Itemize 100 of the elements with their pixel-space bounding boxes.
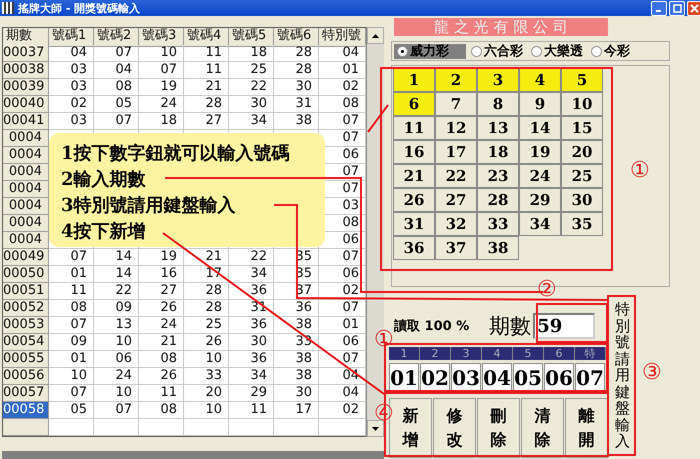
column-header[interactable]: 特別號	[319, 28, 366, 47]
table-cell: 10	[139, 45, 184, 62]
column-header[interactable]: 號碼3	[139, 28, 184, 47]
number-button[interactable]: 8	[477, 92, 519, 116]
period-cell[interactable]: 0004	[3, 181, 49, 198]
number-button[interactable]: 16	[393, 140, 435, 164]
number-button[interactable]: 38	[477, 236, 519, 260]
lottery-type-radio[interactable]: 大樂透	[528, 44, 586, 58]
period-cell[interactable]: 00058	[3, 402, 49, 419]
period-cell[interactable]: 00054	[3, 334, 49, 351]
instruction-text: 2輸入期數	[61, 168, 146, 192]
lottery-type-radio[interactable]: 今彩	[588, 44, 633, 58]
column-header[interactable]: 號碼5	[229, 28, 274, 47]
number-button[interactable]: 1	[393, 68, 435, 92]
table-cell: 21	[139, 334, 184, 351]
period-cell[interactable]: 00038	[3, 62, 49, 79]
period-cell[interactable]: 00050	[3, 266, 49, 283]
number-button[interactable]: 6	[393, 92, 435, 116]
instruction-text: 3特別號請用鍵盤輸入	[61, 194, 236, 218]
table-cell: 30	[229, 96, 274, 113]
number-button[interactable]: 26	[393, 188, 435, 212]
table-cell: 13	[94, 317, 139, 334]
table-cell: 28	[274, 62, 319, 79]
number-button[interactable]: 9	[519, 92, 561, 116]
table-cell: 34	[229, 368, 274, 385]
period-cell[interactable]: 00037	[3, 45, 49, 62]
action-button[interactable]: 離開	[565, 398, 608, 458]
ball-header: 5	[513, 347, 544, 360]
number-button[interactable]: 30	[561, 188, 603, 212]
period-cell[interactable]: 00056	[3, 368, 49, 385]
number-button[interactable]: 27	[435, 188, 477, 212]
number-button[interactable]: 12	[435, 116, 477, 140]
number-button[interactable]: 5	[561, 68, 603, 92]
ball-number: 02	[420, 363, 450, 393]
lottery-type-radio[interactable]: 六合彩	[468, 44, 526, 58]
number-button[interactable]: 37	[435, 236, 477, 260]
number-button[interactable]: 4	[519, 68, 561, 92]
number-button[interactable]: 14	[519, 116, 561, 140]
period-cell[interactable]: 00055	[3, 351, 49, 368]
lottery-type-radio[interactable]: 威力彩	[394, 44, 466, 58]
table-cell: 21	[184, 249, 229, 266]
empty-cell	[94, 419, 139, 436]
table-cell: 36	[274, 300, 319, 317]
period-cell[interactable]: 00052	[3, 300, 49, 317]
number-button[interactable]: 24	[519, 164, 561, 188]
number-button[interactable]: 22	[435, 164, 477, 188]
number-button[interactable]: 19	[519, 140, 561, 164]
column-header[interactable]: 號碼6	[274, 28, 319, 47]
column-header[interactable]: 期數	[3, 28, 49, 47]
table-cell: 07	[139, 62, 184, 79]
period-field[interactable]: 59	[533, 313, 596, 339]
number-button[interactable]: 18	[477, 140, 519, 164]
period-cell[interactable]: 00040	[3, 96, 49, 113]
action-button[interactable]: 修改	[433, 398, 476, 458]
table-cell: 08	[139, 402, 184, 419]
number-button[interactable]: 15	[561, 116, 603, 140]
number-button[interactable]: 23	[477, 164, 519, 188]
period-cell[interactable]: 0004	[3, 215, 49, 232]
period-cell[interactable]: 00057	[3, 385, 49, 402]
number-button[interactable]: 35	[561, 212, 603, 236]
period-cell[interactable]: 0004	[3, 147, 49, 164]
number-button[interactable]: 34	[519, 212, 561, 236]
period-cell[interactable]: 0004	[3, 232, 49, 249]
close-icon[interactable]	[687, 0, 700, 16]
number-button[interactable]: 7	[435, 92, 477, 116]
circled-number: ②	[537, 279, 557, 301]
period-cell[interactable]: 0004	[3, 198, 49, 215]
table-cell: 05	[94, 96, 139, 113]
action-button[interactable]: 刪除	[477, 398, 520, 458]
column-header[interactable]: 號碼1	[49, 28, 94, 47]
number-button[interactable]: 10	[561, 92, 603, 116]
number-button[interactable]: 36	[393, 236, 435, 260]
action-button[interactable]: 清除	[521, 398, 564, 458]
number-button[interactable]: 31	[393, 212, 435, 236]
maximize-icon[interactable]	[669, 0, 685, 16]
column-header[interactable]: 號碼4	[184, 28, 229, 47]
table-cell: 07	[94, 113, 139, 130]
number-button[interactable]: 17	[435, 140, 477, 164]
number-button[interactable]: 13	[477, 116, 519, 140]
number-button[interactable]: 21	[393, 164, 435, 188]
number-button[interactable]: 25	[561, 164, 603, 188]
minimize-icon[interactable]	[651, 0, 667, 16]
number-button[interactable]: 32	[435, 212, 477, 236]
scroll-down-button[interactable]	[367, 420, 384, 437]
period-cell[interactable]: 00051	[3, 283, 49, 300]
number-button[interactable]: 29	[519, 188, 561, 212]
period-cell[interactable]: 00039	[3, 79, 49, 96]
period-cell[interactable]: 00049	[3, 249, 49, 266]
period-cell[interactable]: 0004	[3, 130, 49, 147]
period-cell[interactable]: 0004	[3, 164, 49, 181]
number-button[interactable]: 11	[393, 116, 435, 140]
period-cell[interactable]: 00041	[3, 113, 49, 130]
scroll-up-button[interactable]	[367, 27, 384, 44]
number-button[interactable]: 33	[477, 212, 519, 236]
number-button[interactable]: 20	[561, 140, 603, 164]
period-cell[interactable]: 00053	[3, 317, 49, 334]
number-button[interactable]: 28	[477, 188, 519, 212]
column-header[interactable]: 號碼2	[94, 28, 139, 47]
number-button[interactable]: 3	[477, 68, 519, 92]
number-button[interactable]: 2	[435, 68, 477, 92]
